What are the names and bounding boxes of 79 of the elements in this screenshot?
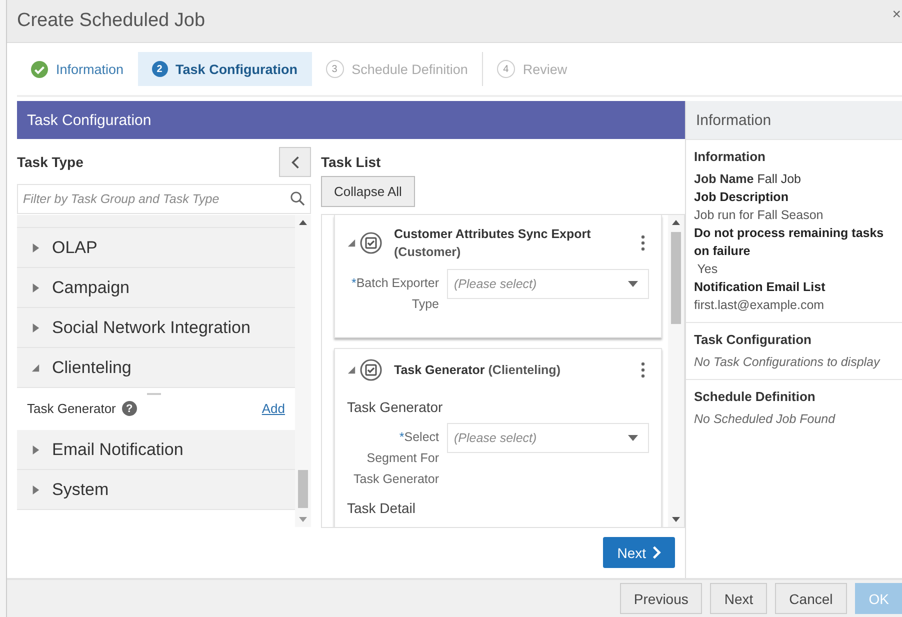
section-heading: Task Detail [347, 500, 416, 516]
more-options-icon[interactable] [641, 362, 645, 378]
select-field[interactable]: (Please select) [447, 423, 649, 453]
empty-message: No Task Configurations to display [694, 354, 882, 371]
field-label: *Select Segment For Task Generator [352, 429, 439, 488]
accordion-header[interactable]: Clienteling [17, 348, 295, 388]
panel-header: Task Configuration [17, 101, 685, 139]
scroll-up-icon[interactable] [672, 219, 680, 225]
column-title: Task List [321, 154, 382, 170]
info-value: Yes [696, 261, 719, 278]
column-title: Task Type [17, 154, 84, 170]
more-options-icon[interactable] [641, 235, 645, 251]
accordion-header[interactable]: OLAP [17, 228, 295, 268]
expanded-triangle-icon[interactable] [347, 238, 356, 248]
footer-button[interactable]: Previous [620, 583, 702, 614]
add-link[interactable]: Add [262, 401, 285, 416]
field-label: *Batch Exporter Type [350, 275, 439, 313]
section-title: Schedule Definition [694, 389, 816, 404]
dropdown-caret-icon [628, 281, 638, 287]
help-icon[interactable]: ? [122, 401, 137, 416]
window-title: Create Scheduled Job [17, 10, 206, 32]
collapsed-triangle-icon [31, 322, 40, 332]
footer-button[interactable]: Next [710, 583, 768, 614]
dropdown-caret-icon [628, 435, 638, 441]
info-label: Notification Email List [694, 279, 826, 296]
chevron-right-icon [652, 546, 661, 559]
scrollbar[interactable] [668, 215, 684, 527]
expanded-triangle-icon [31, 362, 40, 372]
step-number: 2 [152, 61, 168, 77]
info-value: Job run for Fall Season [694, 207, 824, 224]
collapsed-triangle-icon [31, 444, 40, 454]
group-label: Email Notification [52, 440, 184, 460]
step-tab[interactable]: 2 Task Configuration [138, 52, 312, 86]
search-icon [290, 191, 305, 206]
group-label: Campaign [52, 278, 130, 298]
step-tab[interactable]: Information [17, 52, 138, 86]
accordion-header[interactable]: Email Notification [17, 430, 295, 470]
empty-message: No Scheduled Job Found [694, 411, 836, 428]
scrollbar[interactable] [295, 215, 311, 527]
info-value: Fall Job [757, 172, 802, 186]
filter-field[interactable]: Filter by Task Group and Task Type [17, 184, 311, 214]
task-type-label: Task Generator [27, 401, 116, 416]
info-value: first.last@example.com [694, 297, 826, 314]
calendar-check-icon [360, 232, 382, 254]
group-label: Clienteling [52, 358, 132, 378]
accordion-header[interactable]: System [17, 470, 295, 510]
expanded-triangle-icon[interactable] [347, 365, 356, 375]
close-button[interactable]: × [892, 6, 901, 36]
collapsed-triangle-icon [31, 242, 40, 252]
accordion-header[interactable]: Social Network Integration [17, 308, 295, 348]
task-title: Customer Attributes Sync Export (Customer) [394, 226, 592, 261]
info-label: Do not process remaining tasks on failure [694, 225, 885, 260]
step-number: 3 [326, 60, 344, 78]
scrollbar-thumb[interactable] [298, 470, 308, 508]
scroll-down-icon[interactable] [672, 517, 680, 523]
collapse-panel-button[interactable] [279, 147, 311, 177]
collapsed-triangle-icon [31, 484, 40, 494]
next-button[interactable]: Next [603, 537, 675, 568]
section-title: Information [694, 149, 766, 164]
collapse-all-button[interactable]: Collapse All [321, 176, 415, 207]
section-title: Task Configuration [694, 332, 812, 347]
select-field[interactable]: (Please select) [447, 269, 649, 299]
info-label: Job Description [694, 189, 790, 206]
group-label: OLAP [52, 238, 98, 258]
calendar-check-icon [360, 359, 382, 381]
accordion-header[interactable]: Campaign [17, 268, 295, 308]
chevron-left-icon [290, 156, 300, 168]
step-number: 4 [496, 60, 515, 78]
section-heading: Task Generator [347, 399, 444, 415]
info-label: Job Name [694, 172, 754, 186]
footer-button[interactable]: Cancel [775, 583, 847, 614]
scrollbar-thumb[interactable] [671, 232, 681, 324]
check-icon [31, 60, 48, 78]
group-label: System [52, 480, 109, 500]
group-label: Social Network Integration [52, 318, 250, 338]
scroll-up-icon[interactable] [299, 219, 307, 225]
panel-header: Information [686, 101, 902, 140]
collapsed-triangle-icon [31, 282, 40, 292]
task-title: Task Generator (Clienteling) [394, 362, 562, 379]
